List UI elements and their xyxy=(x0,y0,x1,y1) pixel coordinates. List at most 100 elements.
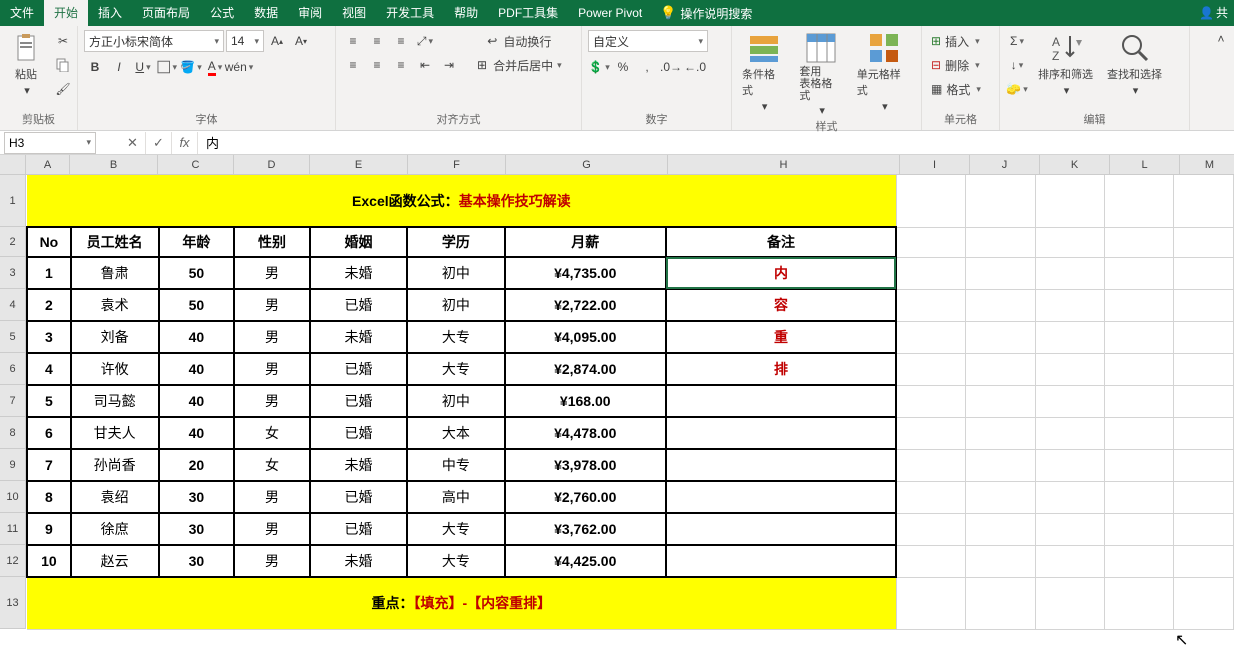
cell[interactable]: 孙尚香 xyxy=(71,449,159,481)
comma-button[interactable]: , xyxy=(636,56,658,78)
menu-layout[interactable]: 页面布局 xyxy=(132,0,200,26)
cell[interactable] xyxy=(966,175,1035,227)
row-header-13[interactable]: 13 xyxy=(0,577,26,629)
cell[interactable]: ¥2,722.00 xyxy=(505,289,666,321)
cell[interactable]: 2 xyxy=(27,289,71,321)
col-header-A[interactable]: A xyxy=(26,155,70,175)
cell[interactable] xyxy=(1174,449,1234,481)
align-top-button[interactable]: ≡ xyxy=(342,30,364,52)
cell[interactable] xyxy=(1035,577,1104,629)
cell[interactable] xyxy=(896,481,965,513)
cell[interactable]: 已婚 xyxy=(310,513,407,545)
formula-input[interactable] xyxy=(198,135,1234,150)
cell[interactable]: 徐庶 xyxy=(71,513,159,545)
select-all-corner[interactable] xyxy=(0,155,26,175)
copy-button[interactable] xyxy=(52,54,74,76)
cell[interactable] xyxy=(1035,545,1104,577)
cell[interactable]: 40 xyxy=(159,385,235,417)
cell[interactable]: ¥3,762.00 xyxy=(505,513,666,545)
cell[interactable]: 许攸 xyxy=(71,353,159,385)
cell[interactable]: 初中 xyxy=(407,385,504,417)
cell-styles-button[interactable]: 单元格样式▾ xyxy=(853,30,915,115)
increase-font-button[interactable]: A▴ xyxy=(266,30,288,52)
cell[interactable] xyxy=(1174,513,1234,545)
phonetic-button[interactable]: wén▾ xyxy=(228,56,250,78)
cell[interactable]: 40 xyxy=(159,353,235,385)
cell[interactable] xyxy=(896,353,965,385)
font-size-combo[interactable]: 14▾ xyxy=(226,30,264,52)
cell[interactable]: ¥4,735.00 xyxy=(505,257,666,289)
cell[interactable]: 未婚 xyxy=(310,321,407,353)
cell[interactable]: 袁术 xyxy=(71,289,159,321)
cell[interactable] xyxy=(1104,513,1173,545)
cell[interactable] xyxy=(666,545,896,577)
cell[interactable]: 学历 xyxy=(407,227,504,257)
table-format-button[interactable]: 套用 表格格式▾ xyxy=(795,30,846,119)
menu-insert[interactable]: 插入 xyxy=(88,0,132,26)
cell[interactable]: 10 xyxy=(27,545,71,577)
menu-home[interactable]: 开始 xyxy=(44,0,88,26)
find-select-button[interactable]: 查找和选择▾ xyxy=(1103,30,1166,99)
collapse-ribbon-button[interactable]: ˄ xyxy=(1210,28,1232,50)
cell[interactable] xyxy=(896,417,965,449)
cell[interactable] xyxy=(1035,417,1104,449)
menu-help[interactable]: 帮助 xyxy=(444,0,488,26)
cell[interactable] xyxy=(966,545,1035,577)
cell[interactable]: 大专 xyxy=(407,353,504,385)
cell[interactable]: 年龄 xyxy=(159,227,235,257)
cell[interactable]: 已婚 xyxy=(310,385,407,417)
increase-indent-button[interactable]: ⇥ xyxy=(438,54,460,76)
menu-formula[interactable]: 公式 xyxy=(200,0,244,26)
cell[interactable]: ¥3,978.00 xyxy=(505,449,666,481)
row-header-10[interactable]: 10 xyxy=(0,481,26,513)
cell[interactable] xyxy=(966,257,1035,289)
cell[interactable]: 未婚 xyxy=(310,545,407,577)
cell[interactable]: 女 xyxy=(234,417,310,449)
cell[interactable]: Excel函数公式：基本操作技巧解读 xyxy=(27,175,896,227)
cell[interactable] xyxy=(666,513,896,545)
cell[interactable]: 男 xyxy=(234,481,310,513)
align-left-button[interactable]: ≡ xyxy=(342,54,364,76)
cell[interactable]: ¥2,874.00 xyxy=(505,353,666,385)
cell[interactable]: 大专 xyxy=(407,321,504,353)
paste-button[interactable]: 粘贴 ▾ xyxy=(6,30,46,99)
cell[interactable] xyxy=(1174,385,1234,417)
delete-cells-button[interactable]: ⊟删除▾ xyxy=(928,54,983,76)
cell[interactable]: 未婚 xyxy=(310,449,407,481)
col-header-G[interactable]: G xyxy=(506,155,668,175)
cell[interactable] xyxy=(1104,481,1173,513)
align-center-button[interactable]: ≡ xyxy=(366,54,388,76)
col-header-I[interactable]: I xyxy=(900,155,970,175)
cell[interactable] xyxy=(1104,321,1173,353)
clear-button[interactable]: 🧽▾ xyxy=(1006,78,1028,100)
sort-filter-button[interactable]: AZ 排序和筛选▾ xyxy=(1034,30,1097,99)
percent-button[interactable]: % xyxy=(612,56,634,78)
cell[interactable]: 甘夫人 xyxy=(71,417,159,449)
cell[interactable]: 月薪 xyxy=(505,227,666,257)
cell[interactable]: 8 xyxy=(27,481,71,513)
menu-view[interactable]: 视图 xyxy=(332,0,376,26)
underline-button[interactable]: U▾ xyxy=(132,56,154,78)
cell[interactable] xyxy=(1035,513,1104,545)
cell[interactable] xyxy=(1174,577,1234,629)
cell[interactable]: 女 xyxy=(234,449,310,481)
menu-file[interactable]: 文件 xyxy=(0,0,44,26)
cell[interactable] xyxy=(1104,449,1173,481)
cell[interactable] xyxy=(896,449,965,481)
cell[interactable] xyxy=(966,385,1035,417)
cell[interactable] xyxy=(966,417,1035,449)
cell[interactable]: 大专 xyxy=(407,545,504,577)
cell[interactable]: ¥4,425.00 xyxy=(505,545,666,577)
cell[interactable]: 刘备 xyxy=(71,321,159,353)
cell[interactable] xyxy=(666,449,896,481)
increase-decimal-button[interactable]: .0→ xyxy=(660,56,682,78)
cell[interactable]: 性别 xyxy=(234,227,310,257)
cell[interactable] xyxy=(1035,481,1104,513)
cell[interactable]: ¥4,095.00 xyxy=(505,321,666,353)
cell[interactable] xyxy=(1035,321,1104,353)
cell[interactable] xyxy=(1104,227,1173,257)
row-header-1[interactable]: 1 xyxy=(0,175,26,227)
cell[interactable]: 重点：【填充】-【内容重排】 xyxy=(27,577,896,629)
col-header-E[interactable]: E xyxy=(310,155,408,175)
cell[interactable]: 男 xyxy=(234,545,310,577)
